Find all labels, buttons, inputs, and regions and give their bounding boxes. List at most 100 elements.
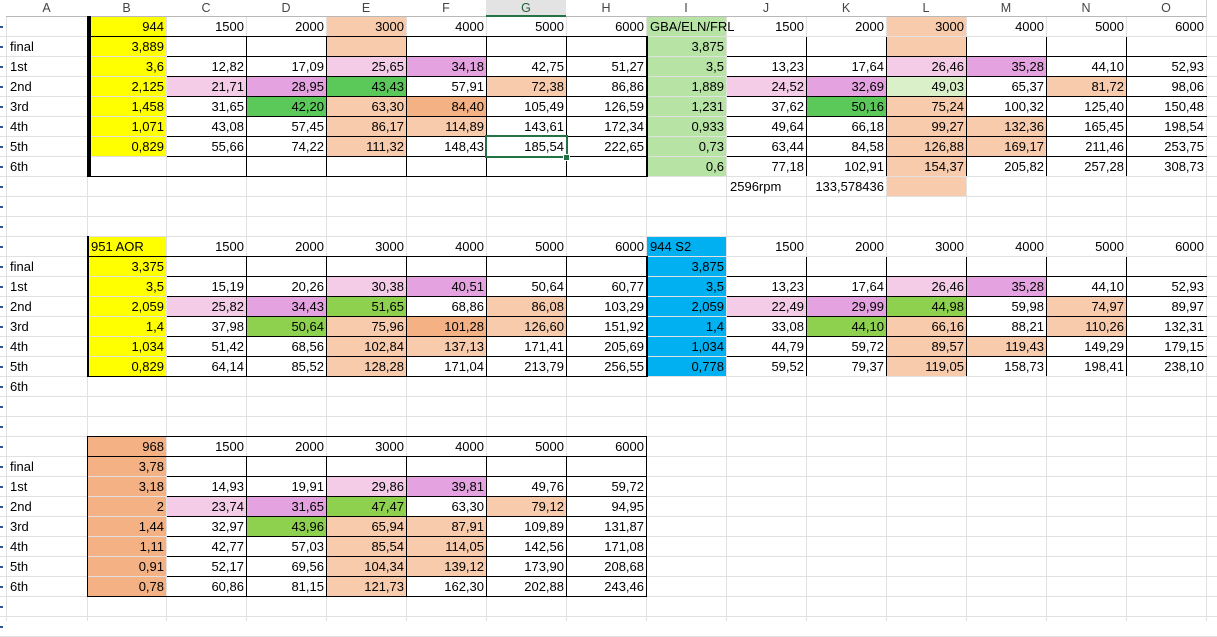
column-header-e[interactable]: E	[326, 0, 407, 17]
cell-f28: 101,28	[444, 319, 484, 334]
row-header-stub[interactable]	[0, 586, 3, 588]
fill-handle[interactable]	[563, 154, 570, 161]
row-header-stub[interactable]	[0, 326, 3, 328]
column-header-c[interactable]: C	[166, 0, 247, 17]
cell-c4: 12,82	[211, 59, 244, 74]
row-header-stub[interactable]	[0, 546, 3, 548]
cell-f27: 68,86	[451, 299, 484, 314]
cell-c2: 1500	[215, 19, 244, 34]
row-header-stub[interactable]	[0, 346, 3, 348]
cell-k6: 50,16	[851, 99, 884, 114]
row-header-stub[interactable]	[0, 166, 3, 168]
cell-g24: 5000	[535, 239, 564, 254]
cell-c26: 15,19	[211, 279, 244, 294]
column-header-j[interactable]: J	[726, 0, 807, 17]
row-header-stub[interactable]	[0, 386, 3, 388]
row-header-stub[interactable]	[0, 306, 3, 308]
cell-h27: 103,29	[604, 299, 644, 314]
row-header-stub[interactable]	[0, 226, 3, 228]
cell-e2: 3000	[375, 19, 404, 34]
row-header-stub[interactable]	[0, 566, 3, 568]
row-header-stub[interactable]	[0, 86, 3, 88]
row-header-stub[interactable]	[0, 486, 3, 488]
row-label: 3rd	[10, 519, 29, 534]
cell-l8: 126,88	[924, 139, 964, 154]
cell-d24: 2000	[295, 239, 324, 254]
cell-j7: 49,64	[771, 119, 804, 134]
column-header-b[interactable]: B	[87, 0, 167, 17]
cell-g4: 42,75	[531, 59, 564, 74]
cell-f49: 114,05	[445, 539, 484, 554]
column-header-m[interactable]: M	[966, 0, 1047, 17]
cell-l26: 26,46	[931, 279, 964, 294]
cell-b24: 951 AOR	[91, 239, 144, 254]
cell-d51: 81,15	[291, 579, 324, 594]
column-header-l[interactable]: L	[886, 0, 967, 17]
column-header-f[interactable]: F	[406, 0, 487, 17]
column-header-g[interactable]: G	[486, 0, 567, 17]
cell-e26: 30,38	[371, 279, 404, 294]
column-header-n[interactable]: N	[1046, 0, 1127, 17]
cell-o27: 89,97	[1171, 299, 1204, 314]
cell-m26: 35,28	[1011, 279, 1044, 294]
row-header-stub[interactable]	[0, 106, 3, 108]
row-header-stub[interactable]	[0, 526, 3, 528]
row-header-stub[interactable]	[0, 606, 3, 608]
cell-m4: 35,28	[1011, 59, 1044, 74]
cell-b8: 0,829	[131, 139, 164, 154]
spreadsheet-grid[interactable]: A B C D E F G H I J K L M N O 944 1500 2000 3000 4000 5000 60…	[0, 0, 1217, 637]
row-header-stub[interactable]	[0, 66, 3, 68]
column-header-h[interactable]: H	[566, 0, 647, 17]
cell-i6: 1,231	[691, 99, 724, 114]
cell-d44: 2000	[295, 439, 324, 454]
row-header-stub[interactable]	[0, 446, 3, 448]
row-header-stub[interactable]	[0, 426, 3, 428]
cell-f26: 40,51	[451, 279, 484, 294]
cell-c50: 52,17	[211, 559, 244, 574]
cell-l4: 26,46	[931, 59, 964, 74]
row-header-stub[interactable]	[0, 286, 3, 288]
cell-c27: 25,82	[211, 299, 244, 314]
cell-h2: 6000	[615, 19, 644, 34]
cell-j2: 1500	[775, 19, 804, 34]
row-header-stub[interactable]	[0, 266, 3, 268]
row-header-stub[interactable]	[0, 146, 3, 148]
cell-h44: 6000	[615, 439, 644, 454]
cell-d47: 31,65	[291, 499, 324, 514]
row-label: 2nd	[10, 299, 32, 314]
cell-j26: 13,23	[771, 279, 804, 294]
cell-f51: 162,30	[444, 579, 484, 594]
column-header-o[interactable]: O	[1126, 0, 1207, 17]
row-header-stub[interactable]	[0, 26, 3, 28]
cell-o24: 6000	[1175, 239, 1204, 254]
cell-e49: 85,54	[371, 539, 404, 554]
column-header-i[interactable]: I	[646, 0, 727, 17]
cell-k8: 84,58	[851, 139, 884, 154]
row-header-stub[interactable]	[0, 406, 3, 408]
row-label: final	[10, 39, 34, 54]
column-header-d[interactable]: D	[246, 0, 327, 17]
row-header-stub[interactable]	[0, 626, 3, 628]
cell-c49: 42,77	[211, 539, 244, 554]
cell-c8: 55,66	[211, 139, 244, 154]
cell-d7: 57,45	[291, 119, 324, 134]
cell-b47: 2	[156, 499, 164, 514]
cell-h8: 222,65	[604, 139, 644, 154]
row-header-stub[interactable]	[0, 466, 3, 468]
column-header-k[interactable]: K	[806, 0, 887, 17]
row-header-stub[interactable]	[0, 186, 3, 188]
column-header-a[interactable]: A	[6, 0, 88, 17]
row-header-stub[interactable]	[0, 206, 3, 208]
cell-g28: 126,60	[524, 319, 564, 334]
row-header-stub[interactable]	[0, 126, 3, 128]
row-header-stub[interactable]	[0, 506, 3, 508]
cell-k5: 32,69	[851, 79, 884, 94]
cell-c28: 37,98	[211, 319, 244, 334]
cell-o2: 6000	[1175, 19, 1204, 34]
row-header-stub[interactable]	[0, 246, 3, 248]
cell-g50: 173,90	[524, 559, 564, 574]
cell-n6: 125,40	[1084, 99, 1124, 114]
row-header-stub[interactable]	[0, 46, 3, 48]
row-header-stub[interactable]	[0, 366, 3, 368]
row-label: final	[10, 459, 34, 474]
